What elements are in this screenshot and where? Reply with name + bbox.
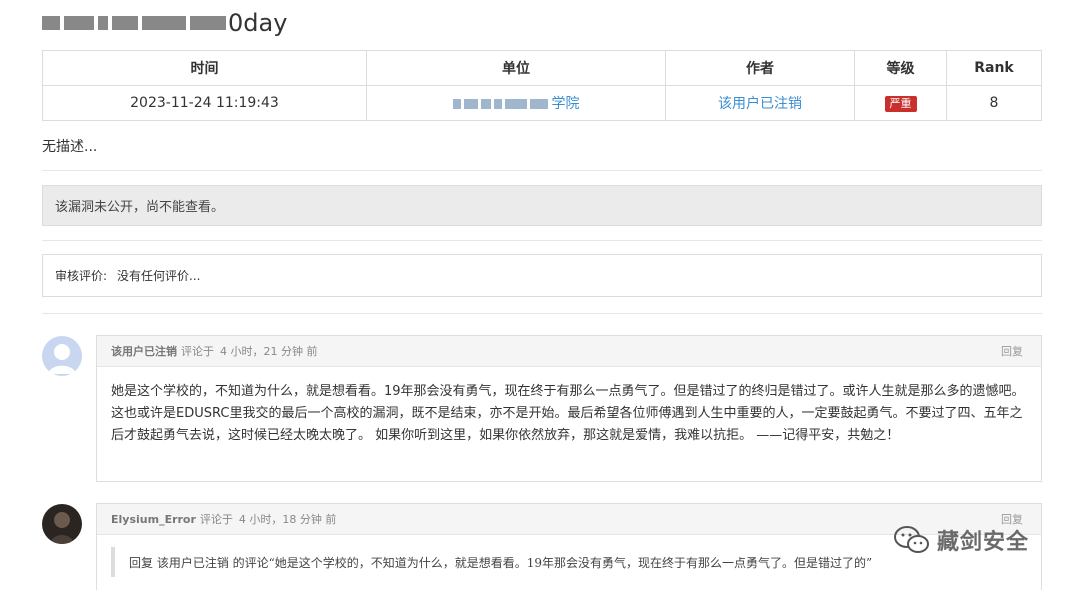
review-label: 审核评价:	[55, 269, 108, 283]
cell-unit[interactable]: 学院	[366, 85, 666, 121]
cell-time: 2023-11-24 11:19:43	[42, 85, 367, 121]
col-time: 时间	[42, 50, 367, 86]
comment-author[interactable]: Elysium_Error	[111, 513, 196, 526]
default-user-icon	[48, 344, 76, 374]
redacted-unit-name	[452, 99, 548, 109]
redacted-title-text	[42, 16, 226, 30]
author-link[interactable]: 该用户已注销	[718, 96, 802, 112]
divider	[42, 170, 1042, 171]
review-value: 没有任何评价...	[117, 269, 201, 283]
notice-text: 该漏洞未公开，尚不能查看。	[55, 200, 225, 215]
page-title: 0day	[42, 6, 287, 40]
comment: 该用户已注销 评论于 4 小时，21 分钟 前 回复 她是这个学校的，不知道为什…	[96, 335, 1042, 482]
col-author: 作者	[665, 50, 855, 86]
unit-link[interactable]: 学院	[552, 96, 580, 112]
table-header-row: 时间 单位 作者 等级 Rank	[42, 50, 1042, 86]
quoted-reply: 回复 该用户已注销 的评论“她是这个学校的，不知道为什么，就是想看看。19年那会…	[111, 547, 1027, 577]
reply-button[interactable]: 回复	[1001, 343, 1023, 359]
comment-time: 4 小时，21 分钟 前	[220, 345, 318, 358]
page-title-text: 0day	[228, 9, 288, 37]
comment-author[interactable]: 该用户已注销	[111, 343, 177, 359]
comment-time: 4 小时，18 分钟 前	[238, 513, 337, 526]
comment-prefix: 评论于	[199, 513, 233, 526]
vuln-description: 无描述...	[42, 139, 98, 155]
watermark: 藏剑安全	[893, 524, 1029, 556]
wechat-icon	[894, 526, 929, 553]
user-photo-icon	[42, 504, 82, 544]
col-rank: Rank	[946, 50, 1042, 86]
cell-level: 严重	[854, 85, 947, 121]
cell-rank: 8	[946, 85, 1042, 121]
divider	[42, 240, 1042, 241]
divider	[42, 313, 1042, 314]
col-level: 等级	[854, 50, 947, 86]
avatar[interactable]	[42, 504, 82, 544]
cell-author[interactable]: 该用户已注销	[665, 85, 855, 121]
table-row: 2023-11-24 11:19:43 学院 该用户已注销 严重 8	[42, 85, 1042, 121]
comment-prefix: 评论于	[181, 345, 214, 358]
review-box: 审核评价: 没有任何评价...	[42, 254, 1042, 297]
severity-badge: 严重	[884, 95, 917, 112]
vuln-info-table: 时间 单位 作者 等级 Rank 2023-11-24 11:19:43 学院 …	[42, 50, 1042, 121]
col-unit: 单位	[366, 50, 666, 86]
notice-box: 该漏洞未公开，尚不能查看。	[42, 185, 1042, 226]
avatar[interactable]	[42, 336, 82, 376]
watermark-text: 藏剑安全	[937, 530, 1030, 555]
comment-body: 她是这个学校的，不知道为什么，就是想看看。19年那会没有勇气，现在终于有那么一点…	[111, 384, 1025, 443]
comment-header: 该用户已注销 评论于 4 小时，21 分钟 前 回复	[97, 336, 1041, 367]
